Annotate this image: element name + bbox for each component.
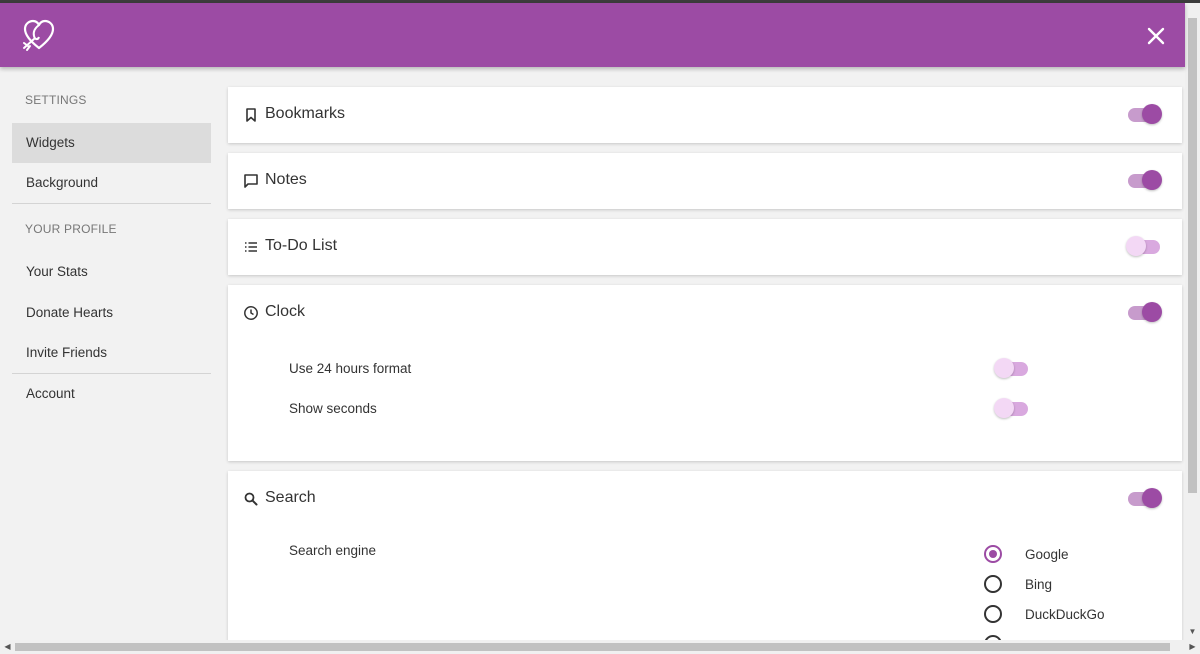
heart-logo-icon	[23, 19, 55, 51]
toggle-thumb	[1126, 236, 1146, 256]
clock-toggle[interactable]	[1126, 301, 1162, 323]
toggle-thumb	[1142, 104, 1162, 124]
search-card: Search Search engine Google Bing DuckDuc…	[228, 471, 1182, 640]
radio-duckduckgo[interactable]	[984, 605, 1002, 623]
search-card-header: Search	[228, 471, 1182, 527]
show-seconds-toggle[interactable]	[994, 397, 1030, 419]
clock-title: Clock	[265, 303, 306, 320]
search-toggle[interactable]	[1126, 487, 1162, 509]
horizontal-scrollbar[interactable]: ◀ ▶	[0, 640, 1200, 654]
horizontal-scrollbar-thumb[interactable]	[15, 643, 1170, 651]
todo-card: To-Do List	[228, 219, 1182, 275]
sidebar-item-widgets[interactable]: Widgets	[12, 123, 211, 163]
comment-icon	[244, 174, 258, 188]
radio-bing[interactable]	[984, 575, 1002, 593]
bookmark-icon	[246, 108, 256, 122]
clock-card: Clock Use 24 hours format Show seconds	[228, 285, 1182, 461]
sidebar-item-account[interactable]: Account	[12, 374, 211, 414]
settings-sidebar: SETTINGS Widgets Background YOUR PROFILE…	[0, 67, 222, 640]
notes-toggle[interactable]	[1126, 169, 1162, 191]
todo-card-header: To-Do List	[228, 219, 1182, 275]
todo-title: To-Do List	[265, 237, 338, 254]
toggle-thumb	[994, 358, 1014, 378]
close-icon[interactable]	[1142, 22, 1170, 50]
bookmarks-title: Bookmarks	[265, 105, 346, 122]
scroll-down-arrow-icon[interactable]: ▼	[1185, 623, 1200, 640]
sidebar-item-donate-hearts[interactable]: Donate Hearts	[12, 293, 211, 333]
scroll-left-arrow-icon[interactable]: ◀	[0, 640, 15, 654]
vertical-scrollbar[interactable]: ▼	[1185, 3, 1200, 640]
widgets-panel: Bookmarks Notes To-Do List Clock Use 24 …	[222, 67, 1185, 640]
search-engine-label: Search engine	[289, 543, 377, 558]
bookmarks-card: Bookmarks	[228, 87, 1182, 143]
bookmarks-card-header: Bookmarks	[228, 87, 1182, 143]
settings-header	[0, 3, 1185, 67]
list-icon	[245, 242, 257, 252]
your-profile-heading: YOUR PROFILE	[25, 222, 117, 236]
sidebar-divider	[12, 203, 211, 204]
notes-card: Notes	[228, 153, 1182, 209]
search-title: Search	[265, 489, 316, 506]
todo-toggle[interactable]	[1126, 235, 1162, 257]
bookmarks-toggle[interactable]	[1126, 103, 1162, 125]
toggle-thumb	[1142, 170, 1162, 190]
use-24-hours-label: Use 24 hours format	[289, 361, 412, 376]
sidebar-item-invite-friends[interactable]: Invite Friends	[12, 333, 211, 373]
sidebar-item-background[interactable]: Background	[12, 163, 211, 203]
clock-icon	[244, 306, 258, 320]
notes-title: Notes	[265, 171, 307, 188]
radio-google[interactable]	[984, 545, 1002, 563]
sidebar-item-your-stats[interactable]: Your Stats	[12, 252, 211, 292]
settings-heading: SETTINGS	[25, 93, 87, 107]
duckduckgo-label: DuckDuckGo	[1025, 607, 1105, 622]
google-label: Google	[1025, 547, 1069, 562]
vertical-scrollbar-thumb[interactable]	[1188, 18, 1197, 493]
scroll-right-arrow-icon[interactable]: ▶	[1185, 640, 1200, 654]
search-icon	[244, 492, 258, 506]
notes-card-header: Notes	[228, 153, 1182, 209]
show-seconds-label: Show seconds	[289, 401, 377, 416]
toggle-thumb	[1142, 488, 1162, 508]
bing-label: Bing	[1025, 577, 1053, 592]
toggle-thumb	[1142, 302, 1162, 322]
clock-card-header: Clock	[228, 285, 1182, 341]
toggle-thumb	[994, 398, 1014, 418]
use-24-hours-toggle[interactable]	[994, 357, 1030, 379]
